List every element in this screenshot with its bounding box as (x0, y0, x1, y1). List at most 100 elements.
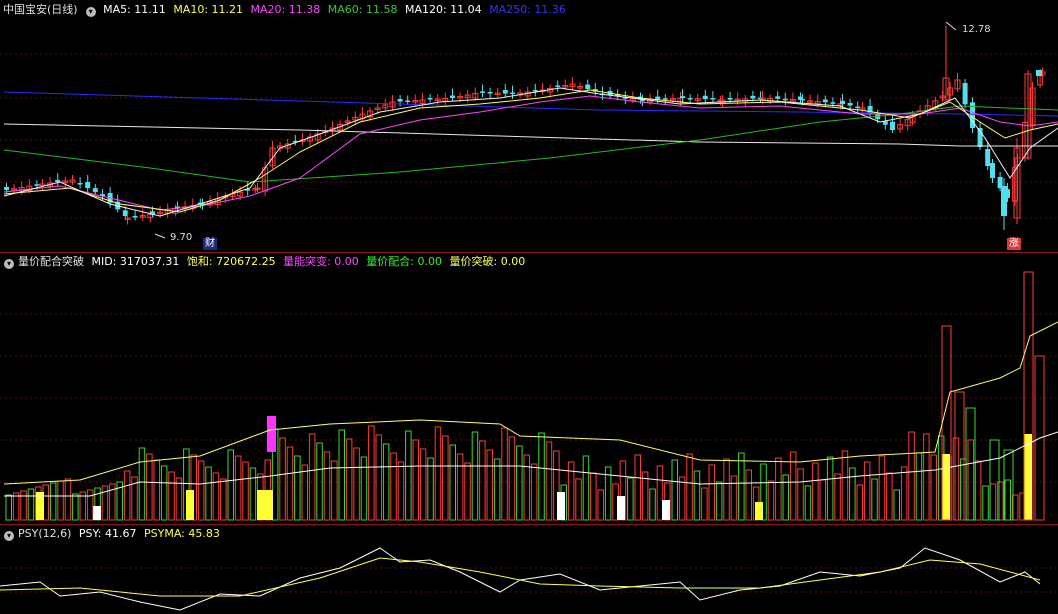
volume-bar (886, 472, 893, 521)
financial-report-marker[interactable]: 财 (203, 238, 217, 250)
signal-volume-bar (755, 502, 763, 520)
volume-pane-header: ▾ 量价配合突破 MID: 317037.31 饱和: 720672.25 量能突… (0, 254, 529, 270)
psy-plot[interactable] (0, 542, 1058, 614)
volume-bar (930, 454, 937, 521)
ma120-label: MA120: 11.04 (404, 3, 482, 16)
volume-bar (168, 471, 175, 521)
volume-bar (323, 451, 331, 521)
volume-bar (456, 453, 464, 521)
volume-bar (279, 437, 286, 521)
candle-body (680, 96, 685, 98)
ma10-label: MA10: 11.21 (173, 3, 244, 16)
volume-bar (12, 492, 20, 521)
volume-bar (671, 459, 678, 521)
volume-bar (338, 429, 345, 521)
candle-body (830, 102, 836, 104)
volume-bar (471, 431, 479, 521)
volume-bar (693, 470, 701, 521)
saturation-label: 饱和: 720672.25 (186, 255, 276, 268)
candle-body (775, 96, 781, 99)
candle-body (702, 95, 708, 100)
volume-bar (530, 463, 538, 521)
volume-price-match-label: 量价配合: 0.00 (366, 255, 442, 268)
volume-bar (375, 434, 382, 521)
gear-icon[interactable]: ▾ (4, 531, 14, 541)
volume-bar (841, 450, 849, 521)
volume-bar (878, 455, 886, 521)
volume-bar (871, 478, 878, 521)
volume-bar (57, 480, 64, 521)
volume-bar (723, 458, 730, 521)
candle-body (450, 95, 455, 98)
volume-bar (908, 431, 915, 521)
volume-bar (575, 478, 582, 521)
signal-volume-bar (186, 490, 194, 520)
volume-bar (819, 479, 826, 521)
candlestick-plot[interactable] (0, 18, 1058, 252)
volume-bar (138, 447, 146, 521)
volume-bar (974, 460, 982, 521)
volume-bar (123, 470, 131, 521)
psyma-line (0, 557, 1041, 597)
volume-bar (863, 461, 871, 521)
low-pointer (154, 233, 166, 239)
volume-bar (345, 438, 353, 521)
candle-body (655, 96, 661, 100)
candle-body (687, 98, 693, 100)
volume-bar (960, 458, 967, 521)
volume-bar (745, 469, 752, 521)
volume-bar (160, 465, 168, 521)
pane-divider (0, 524, 1058, 525)
volume-bar (220, 478, 227, 521)
volume-bar (582, 455, 590, 521)
volume-bar (27, 488, 35, 521)
high-price-label: 12.78 (962, 24, 991, 35)
candle-body (132, 216, 138, 218)
volume-bar (353, 447, 360, 521)
volume-bar (412, 439, 419, 521)
volume-bar (708, 464, 715, 521)
volume-bar (464, 462, 471, 521)
volume-bar (649, 488, 656, 521)
psy-pane-header: ▾ PSY(12,6) PSY: 41.67 PSYMA: 45.83 (0, 526, 224, 542)
candle-body (855, 106, 861, 109)
volume-surge-label: 量能突变: 0.00 (283, 255, 359, 268)
volume-bar (301, 464, 308, 521)
volume-bar (20, 490, 27, 521)
stock-title: 中国宝安(日线) (3, 3, 78, 16)
signal-volume-bar (617, 496, 625, 520)
high-pointer (945, 21, 957, 31)
candle-body (990, 163, 995, 178)
signal-volume-bar (557, 492, 565, 520)
volume-price-break-label: 量价突破: 0.00 (449, 255, 526, 268)
volume-bar (967, 439, 974, 521)
psyma-value-label: PSYMA: 45.83 (144, 527, 220, 540)
low-price-label: 9.70 (170, 232, 193, 243)
volume-bar (954, 391, 965, 521)
volume-bar (212, 472, 220, 521)
candle-body (727, 98, 733, 100)
candle-body (710, 98, 716, 100)
candle-body (750, 95, 756, 99)
ma250-label: MA250: 11.36 (489, 3, 566, 16)
candle-body (555, 85, 561, 87)
volume-bar (997, 481, 1004, 521)
candle-body (840, 100, 845, 104)
volume-plot[interactable] (0, 270, 1058, 524)
limit-up-marker[interactable]: 涨 (1007, 238, 1021, 250)
volume-bar (701, 487, 708, 521)
volume-bar (427, 457, 434, 521)
volume-bar (900, 466, 908, 521)
gear-icon[interactable]: ▾ (4, 259, 14, 269)
candle-body (92, 188, 98, 193)
ma20-label: MA20: 11.38 (250, 3, 321, 16)
volume-bar (234, 455, 242, 521)
volume-bar (64, 478, 72, 521)
candle-body (585, 84, 591, 90)
gear-icon[interactable]: ▾ (85, 7, 96, 17)
ma60-label: MA60: 11.58 (327, 3, 398, 16)
candle-body (4, 187, 9, 190)
volume-bar (49, 482, 57, 521)
candle-body (962, 83, 968, 105)
stock-chart-window: 中国宝安(日线) ▾ MA5: 11.11 MA10: 11.21 MA20: 1… (0, 0, 1058, 614)
